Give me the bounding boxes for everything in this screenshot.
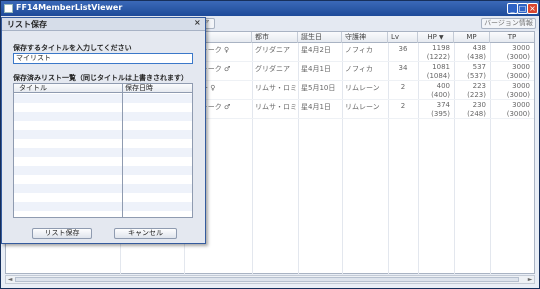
list-row-stripe	[14, 202, 192, 211]
cell-hp: 1198 (1222)	[418, 43, 454, 62]
tp-current: 3000	[512, 44, 530, 52]
list-row-stripe	[14, 148, 192, 157]
hp-current: 1198	[432, 44, 450, 52]
column-header-mp[interactable]: MP	[454, 32, 490, 43]
hp-current: 1081	[432, 63, 450, 71]
column-header-city[interactable]: 都市	[252, 32, 298, 43]
cell-hp: 374 (395)	[418, 100, 454, 119]
saved-list-col-title[interactable]: タイトル	[19, 84, 47, 93]
tp-max: (3000)	[506, 53, 530, 61]
cell-hp: 1081 (1084)	[418, 62, 454, 81]
mp-current: 438	[472, 44, 486, 52]
column-header-tp[interactable]: TP	[490, 32, 534, 43]
column-header-hp[interactable]: HP ▼	[418, 32, 454, 43]
cell-lv: 2	[400, 102, 406, 110]
cell-birthday: 星5月10日	[301, 84, 336, 92]
list-row-stripe	[14, 112, 192, 121]
tp-max: (3000)	[506, 110, 530, 118]
hp-current: 400	[436, 82, 450, 90]
cell-lv: 36	[398, 45, 408, 53]
mp-current: 230	[472, 101, 486, 109]
list-row-stripe	[14, 166, 192, 175]
cell-guardian: リムレーン	[345, 84, 380, 92]
saved-list-col-datetime[interactable]: 保存日時	[125, 84, 153, 93]
cell-tp: 3000 (3000)	[490, 43, 534, 62]
hp-header-label: HP	[427, 33, 437, 41]
cell-city: リムサ・ロミンサ	[255, 84, 298, 92]
window-title: FF14MemberListViewer	[16, 3, 123, 12]
cell-city: グリダニア	[255, 65, 290, 73]
cell-guardian: ノフィカ	[345, 65, 373, 73]
hp-max: (400)	[431, 91, 450, 99]
list-row-stripe	[14, 130, 192, 139]
cell-tp: 3000 (3000)	[490, 100, 534, 119]
sort-desc-icon: ▼	[439, 34, 444, 41]
title-prompt-label: 保存するタイトルを入力してください	[13, 44, 132, 52]
saved-list-header: タイトル 保存日時	[14, 84, 192, 93]
column-header-lv[interactable]: Lv	[388, 32, 418, 43]
cell-birthday: 星4月1日	[301, 103, 331, 111]
horizontal-scrollbar[interactable]: ◄ ►	[5, 275, 535, 284]
column-divider	[122, 84, 123, 217]
cell-birthday: 星4月2日	[301, 46, 331, 54]
saved-list-label: 保存済みリスト一覧（同じタイトルは上書きされます）	[13, 74, 188, 82]
cell-mp: 537 (537)	[454, 62, 490, 81]
mp-current: 223	[472, 82, 486, 90]
hp-max: (395)	[431, 110, 450, 118]
mp-max: (537)	[467, 72, 486, 80]
cell-city: リムサ・ロミンサ	[255, 103, 298, 111]
dialog-title-bar[interactable]: リスト保存 ×	[2, 18, 205, 31]
cell-guardian: リムレーン	[345, 103, 380, 111]
hp-max: (1222)	[426, 53, 450, 61]
mp-current: 537	[472, 63, 486, 71]
column-header-guardian[interactable]: 守護神	[342, 32, 388, 43]
tp-current: 3000	[512, 101, 530, 109]
dialog-title: リスト保存	[7, 20, 47, 29]
saved-list-table[interactable]: タイトル 保存日時	[13, 83, 193, 218]
app-icon	[4, 4, 13, 13]
column-header-birthday[interactable]: 誕生日	[298, 32, 342, 43]
hp-current: 374	[436, 101, 450, 109]
cell-mp: 438 (438)	[454, 43, 490, 62]
cell-guardian: ノフィカ	[345, 46, 373, 54]
app-window: FF14MemberListViewer _ □ × ア バージョン情報 都市 …	[0, 0, 540, 289]
cell-mp: 223 (223)	[454, 81, 490, 100]
cell-lv: 2	[400, 83, 406, 91]
list-row-stripe	[14, 184, 192, 193]
mp-max: (438)	[467, 53, 486, 61]
mp-max: (223)	[467, 91, 486, 99]
scrollbar-thumb[interactable]	[15, 277, 519, 282]
list-row-stripe	[14, 94, 192, 103]
list-title-input[interactable]: マイリスト	[13, 53, 193, 64]
tp-max: (3000)	[506, 91, 530, 99]
cell-hp: 400 (400)	[418, 81, 454, 100]
cell-city: グリダニア	[255, 46, 290, 54]
save-list-button[interactable]: リスト保存	[32, 228, 92, 239]
tp-current: 3000	[512, 63, 530, 71]
scroll-left-icon[interactable]: ◄	[6, 276, 14, 283]
cell-lv: 34	[398, 64, 408, 72]
tp-current: 3000	[512, 82, 530, 90]
title-bar[interactable]: FF14MemberListViewer _ □ ×	[1, 1, 539, 16]
version-info-button[interactable]: バージョン情報	[481, 18, 536, 29]
hp-max: (1084)	[426, 72, 450, 80]
cancel-button[interactable]: キャンセル	[114, 228, 177, 239]
cell-birthday: 星4月1日	[301, 65, 331, 73]
close-window-button[interactable]: ×	[527, 3, 538, 14]
mp-max: (248)	[467, 110, 486, 118]
save-list-dialog: リスト保存 × 保存するタイトルを入力してください マイリスト 保存済みリスト一…	[1, 17, 206, 244]
cell-tp: 3000 (3000)	[490, 62, 534, 81]
cell-mp: 230 (248)	[454, 100, 490, 119]
close-icon[interactable]: ×	[194, 18, 201, 27]
scroll-right-icon[interactable]: ►	[526, 276, 534, 283]
tp-max: (3000)	[506, 72, 530, 80]
cell-tp: 3000 (3000)	[490, 81, 534, 100]
